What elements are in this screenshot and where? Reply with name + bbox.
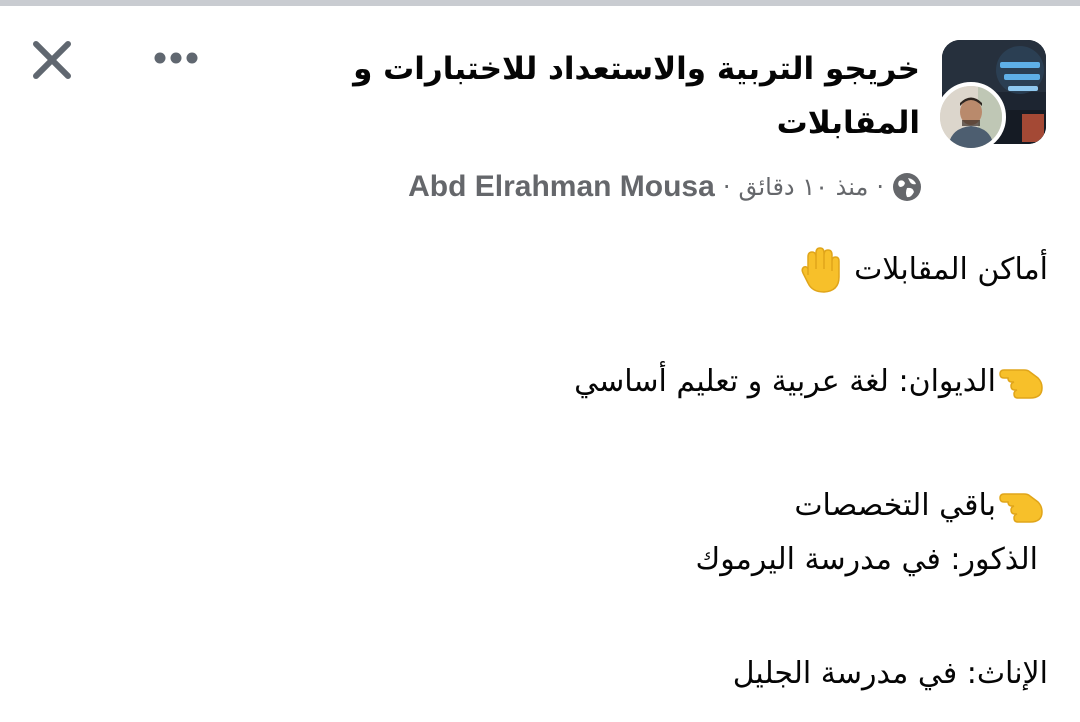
group-name-link[interactable]: خريجو التربية والاستعداد للاختبارات و ال… [280, 42, 920, 150]
meta-separator: · [722, 173, 731, 201]
close-button[interactable] [28, 36, 76, 84]
raised-hand-icon [798, 245, 844, 295]
post-text-line: الديوان: لغة عربية و تعليم أساسي [574, 364, 996, 399]
more-options-icon [154, 52, 198, 64]
post-text-line: الذكور: في مدرسة اليرموك [695, 542, 1038, 577]
post-line-other: باقي التخصصات [794, 478, 1048, 534]
post-line-males: الذكور: في مدرسة اليرموك [696, 532, 1038, 588]
post-meta: · منذ ١٠ دقائق · Abd Elrahman Mousa [408, 165, 922, 209]
post-text-line: أماكن المقابلات [854, 252, 1048, 287]
post-text-line: باقي التخصصات [794, 488, 996, 523]
post-screen: خريجو التربية والاستعداد للاختبارات و ال… [0, 0, 1080, 722]
post-line-diwan: الديوان: لغة عربية و تعليم أساسي [574, 354, 1048, 410]
post-line-females: الإناث: في مدرسة الجليل [733, 646, 1048, 702]
more-options-button[interactable] [148, 40, 204, 76]
author-name-link[interactable]: Abd Elrahman Mousa [408, 170, 715, 204]
top-divider [0, 0, 1080, 6]
post-text-line: الإناث: في مدرسة الجليل [732, 656, 1048, 691]
timestamp[interactable]: منذ ١٠ دقائق [738, 173, 868, 201]
globe-icon[interactable] [892, 172, 922, 202]
meta-separator: · [876, 173, 884, 201]
pointing-finger-icon [998, 486, 1048, 526]
pointing-finger-icon [998, 362, 1048, 402]
group-avatar-stack[interactable] [936, 40, 1046, 152]
close-icon [33, 41, 71, 79]
author-avatar[interactable] [936, 82, 1006, 152]
post-line-heading: أماكن المقابلات [798, 242, 1048, 298]
